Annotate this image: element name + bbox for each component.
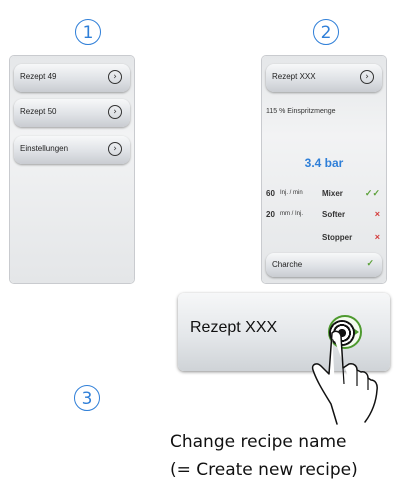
chevron-right-icon: › <box>108 70 122 84</box>
stopper-cross-icon: × <box>374 232 380 242</box>
mixer-row: 60 Inj. / min Mixer ✓✓ <box>266 187 382 201</box>
settings-button[interactable]: Einstellungen › <box>14 136 130 164</box>
stopper-label: Stopper <box>322 233 353 242</box>
recipe-50-button[interactable]: Rezept 50 › <box>14 99 130 127</box>
chevron-right-icon: › <box>108 142 122 156</box>
recipe-list-screen: Rezept 49 › Rezept 50 › Einstellungen › <box>10 56 134 283</box>
recipe-50-label: Rezept 50 <box>20 107 57 116</box>
recipe-name-button[interactable]: Rezept XXX › <box>266 64 382 92</box>
recipe-detail-screen: Rezept XXX › 115 % Einspritzmenge 3.4 ba… <box>262 56 386 283</box>
mixer-check-icon: ✓✓ <box>364 188 380 198</box>
batch-check-icon: ✓ <box>366 258 374 268</box>
rate-value: 60 <box>266 189 275 198</box>
recipe-49-button[interactable]: Rezept 49 › <box>14 64 130 92</box>
step-2-marker: 2 <box>313 19 339 45</box>
settings-label: Einstellungen <box>20 144 69 153</box>
caption-line-1: Change recipe name <box>170 432 347 452</box>
softer-label: Softer <box>322 210 346 219</box>
hand-pointer-icon <box>311 330 378 425</box>
softer-row: 20 mm / Inj. Softer × <box>266 208 382 222</box>
mixer-label: Mixer <box>322 189 343 198</box>
stopper-row: Stopper × <box>266 231 382 245</box>
chevron-right-icon: › <box>360 70 374 84</box>
stroke-value: 20 <box>266 210 275 219</box>
chevron-right-icon: › <box>108 105 122 119</box>
pressure-value: 3.4 bar <box>304 156 344 170</box>
recipe-name-label: Rezept XXX <box>272 72 316 81</box>
rate-unit: Inj. / min <box>280 190 303 196</box>
recipe-49-label: Rezept 49 <box>20 72 57 81</box>
step-1-marker: 1 <box>75 19 101 45</box>
caption-line-2: (= Create new recipe) <box>170 460 358 480</box>
injection-amount: 115 % Einspritzmenge <box>266 108 336 115</box>
stroke-unit: mm / Inj. <box>280 211 304 217</box>
softer-cross-icon: × <box>374 209 380 219</box>
batch-button[interactable]: Charche ✓ <box>266 253 382 277</box>
step-3-marker: 3 <box>74 385 100 411</box>
batch-label: Charche <box>272 260 303 269</box>
zoomed-recipe-label: Rezept XXX <box>190 319 278 336</box>
